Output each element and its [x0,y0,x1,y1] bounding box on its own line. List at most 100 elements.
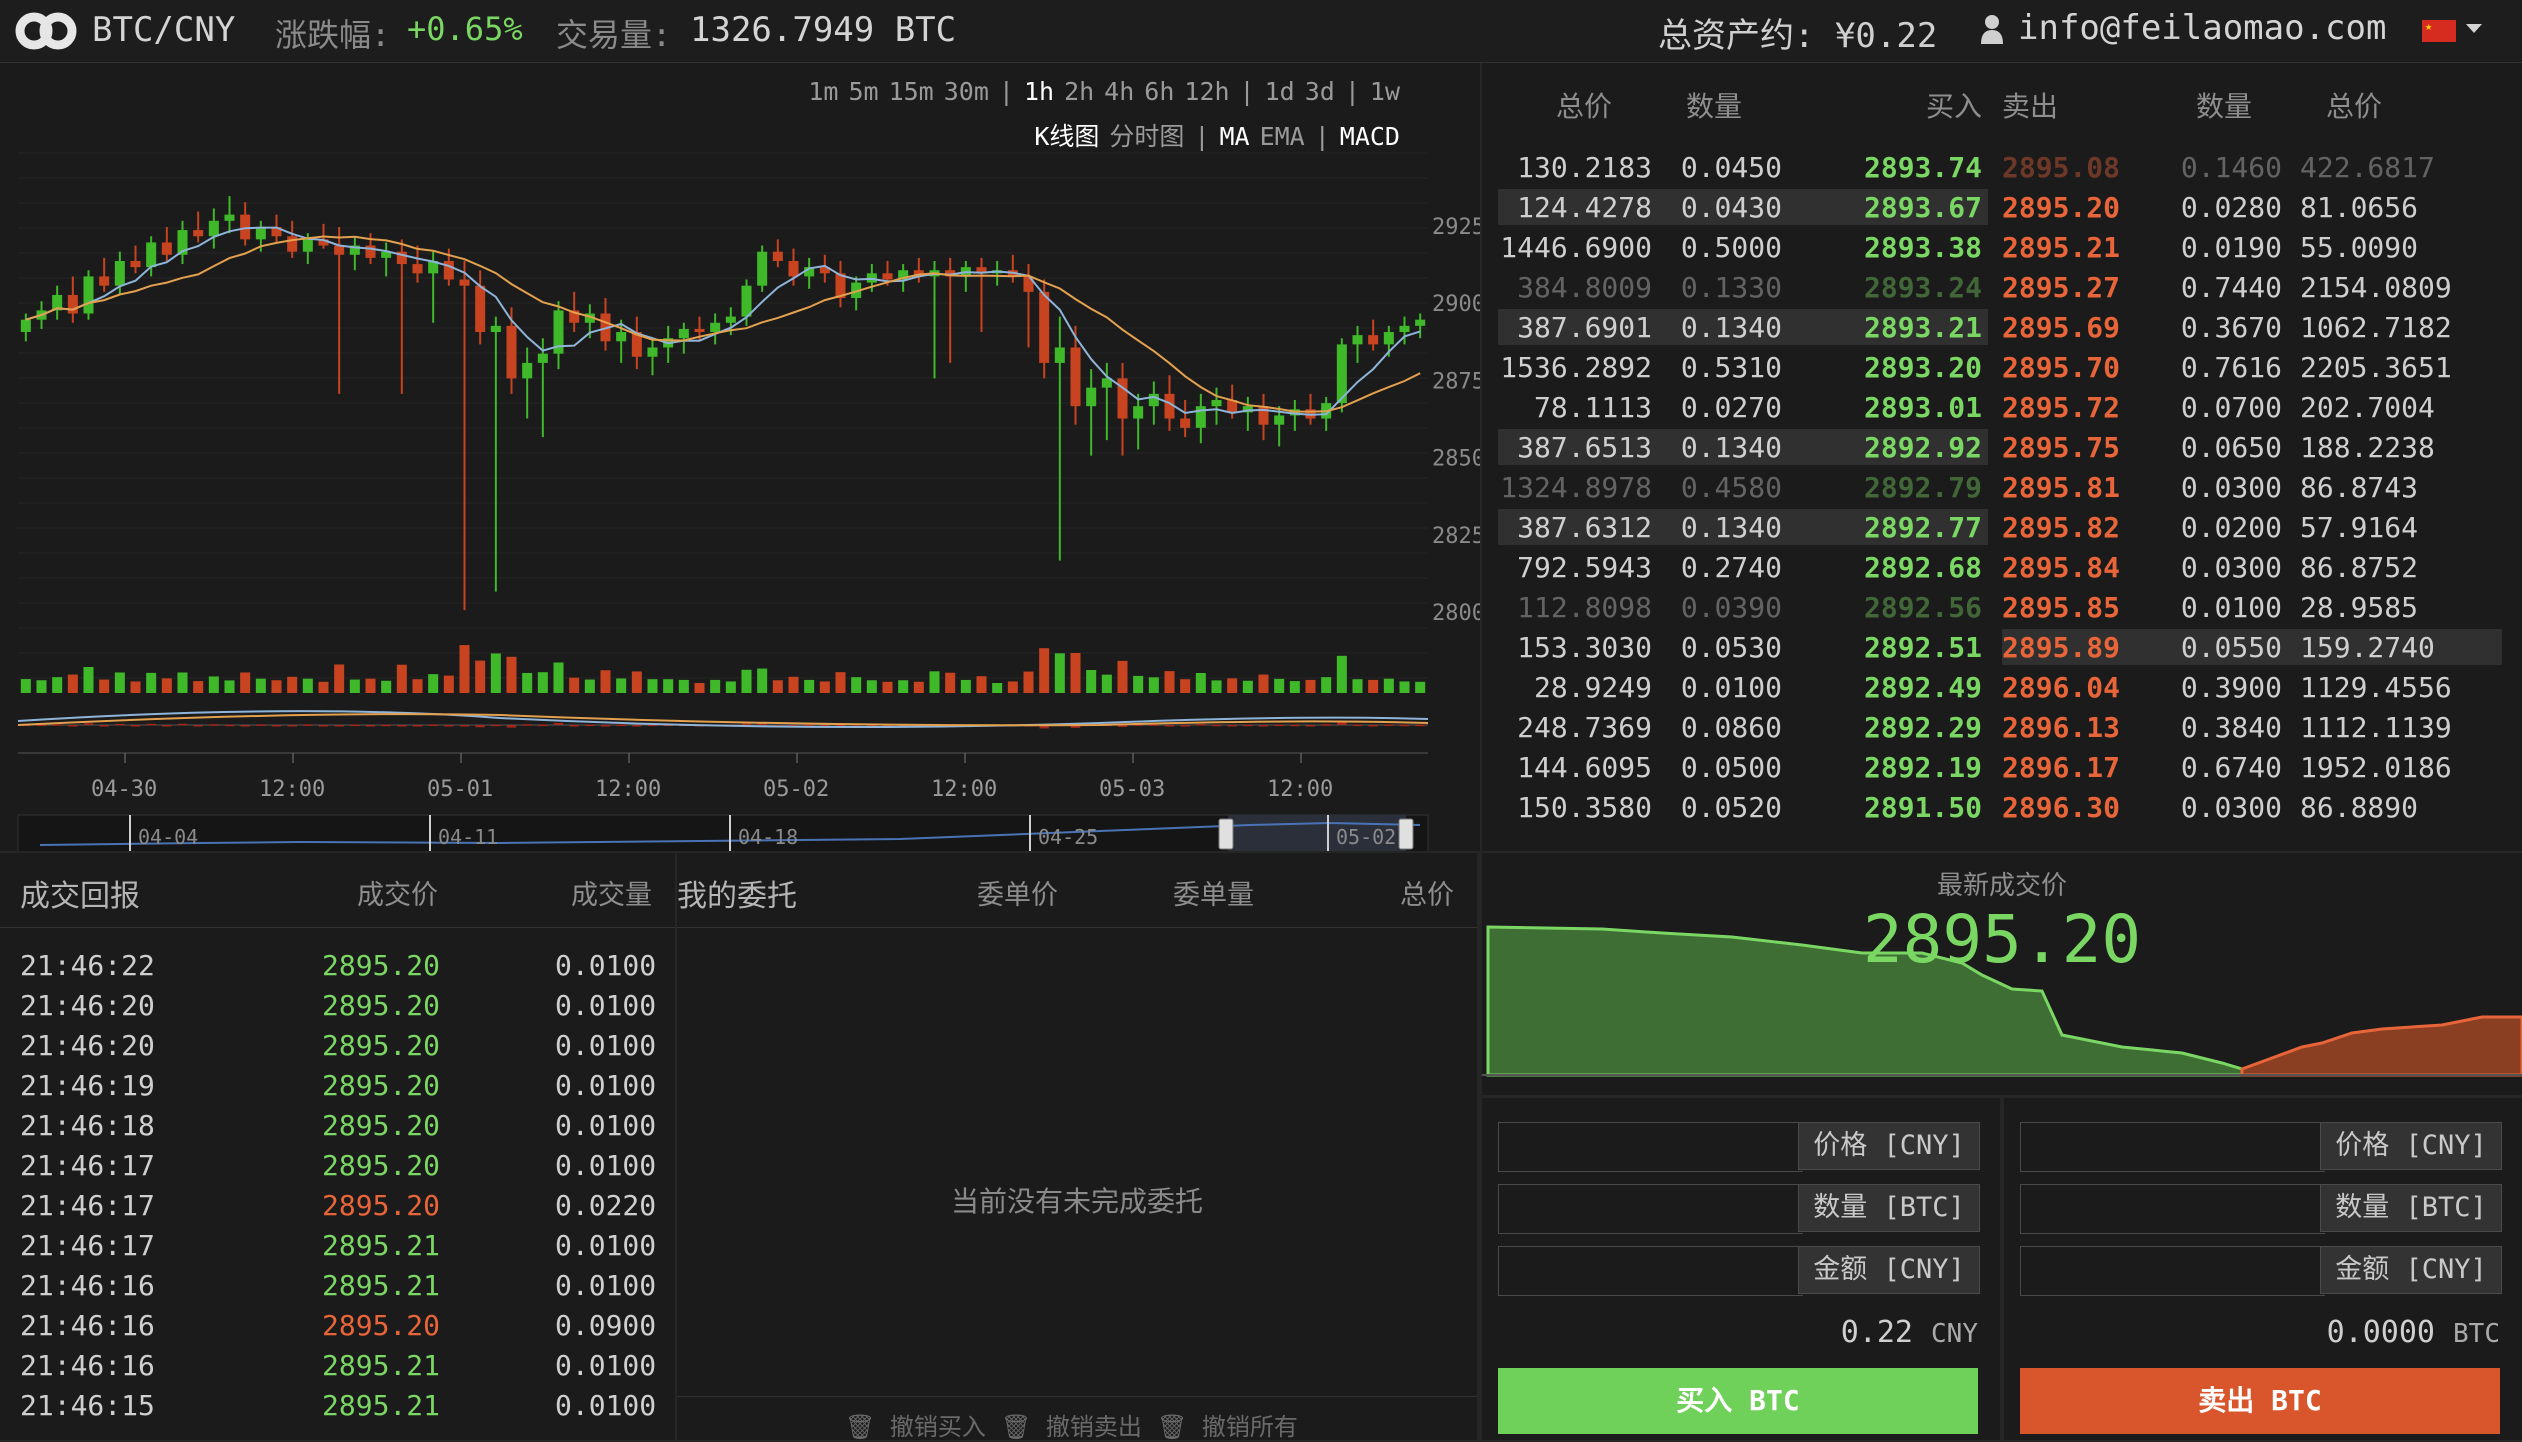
macd-bar [1337,722,1347,725]
volume-bar [553,662,564,693]
timeframe-30m[interactable]: 30m [944,77,989,106]
chart-mode[interactable]: K线图 [1034,122,1099,151]
timeframe-1h[interactable]: 1h [1024,77,1054,106]
macd-bar [68,725,78,727]
order-book-row[interactable]: 112.8098 0.0390 2892.56 2895.85 0.0100 28.958… [1482,587,2522,627]
volume-bar [569,677,580,693]
pair-title[interactable]: BTC/CNY [92,10,235,50]
order-book-row[interactable]: 1324.8978 0.4580 2892.79 2895.81 0.0300 86.87… [1482,467,2522,507]
macd-bar [1290,724,1300,727]
ob-bid: 2892.19 [1863,751,1982,784]
volume-bar [1383,678,1394,693]
china-flag-icon[interactable]: ★ [2422,19,2456,42]
sell-qty-input[interactable] [2020,1184,2325,1234]
ob-b-qty: 0.0450 [1680,151,1782,184]
navigator[interactable] [17,814,1429,851]
volume-bar [475,660,486,693]
ob-b-qty: 0.5310 [1680,351,1782,384]
sell-price-input[interactable] [2020,1122,2325,1172]
timeframe-12h[interactable]: 12h [1184,77,1229,106]
order-book-row[interactable]: 384.8009 0.1330 2893.24 2895.27 0.7440 2154.0… [1482,267,2522,307]
order-book-row[interactable]: 387.6312 0.1340 2892.77 2895.82 0.0200 57.916… [1482,507,2522,547]
volume-bar [146,672,157,693]
order-book-row[interactable]: 153.3030 0.0530 2892.51 2895.89 0.0550 159.27… [1482,627,2522,667]
chart-mode[interactable]: 分时图 [1109,122,1184,151]
chart-mode[interactable]: MA [1219,122,1249,151]
candle-body [459,279,470,286]
trade-time: 21:46:17 [20,1229,155,1262]
cancel-buy-button[interactable]: 🗑 撤销买入 [845,1407,986,1442]
ob-a-total: 1952.0186 [2300,751,2452,784]
logo-icon[interactable] [12,6,82,56]
ob-b-qty: 0.0390 [1680,591,1782,624]
ob-ask: 2896.30 [2002,791,2121,824]
empty-orders-message: 当前没有未完成委托 [950,1185,1203,1218]
order-book-row[interactable]: 1446.6900 0.5000 2893.38 2895.21 0.0190 55.00… [1482,227,2522,267]
buy-qty-input[interactable] [1498,1184,1803,1234]
order-book-row[interactable]: 78.1113 0.0270 2893.01 2895.72 0.0700 202.700… [1482,387,2522,427]
volume-bar [1070,653,1081,693]
timeframe-5m[interactable]: 5m [848,77,878,106]
chart-mode[interactable]: EMA [1260,122,1305,151]
candlestick-chart[interactable]: 2925 2900 2875 2850 2825 2800 04-30 12:00 05-01 1… [0,63,1480,851]
order-book-row[interactable]: 1536.2892 0.5310 2893.20 2895.70 0.7616 2205.… [1482,347,2522,387]
y-tick-label: 2800 [1432,601,1480,626]
order-book-row[interactable]: 792.5943 0.2740 2892.68 2895.84 0.0300 86.875… [1482,547,2522,587]
buy-button[interactable]: 买入 BTC [1498,1368,1978,1434]
timeframe-1d[interactable]: 1d [1265,77,1295,106]
chart-mode[interactable]: MACD [1340,122,1400,151]
volume-bar [52,677,63,693]
order-book-row[interactable]: 130.2183 0.0450 2893.74 2895.08 0.1460 422.68… [1482,147,2522,187]
macd-bar [130,725,141,727]
volume-bar [318,681,329,693]
timeframe-1m[interactable]: 1m [808,77,838,106]
navigator-handle[interactable] [1218,818,1234,850]
ob-b-total: 28.9249 [1533,671,1652,704]
volume-bar [1148,677,1159,693]
sell-amount-input[interactable] [2020,1246,2325,1296]
order-book-row[interactable]: 387.6901 0.1340 2893.21 2895.69 0.3670 1062.7… [1482,307,2522,347]
order-book-row[interactable]: 387.6513 0.1340 2892.92 2895.75 0.0650 188.22… [1482,427,2522,467]
timeframe-3d[interactable]: 3d [1305,77,1335,106]
ob-bid: 2893.21 [1863,311,1982,344]
macd-bar [1368,725,1378,727]
x-tick-label: 05-01 [427,777,493,802]
order-book-row[interactable]: 150.3580 0.0520 2891.50 2896.30 0.0300 86.889… [1482,787,2522,827]
order-book-row[interactable]: 144.6095 0.0500 2892.19 2896.17 0.6740 1952.0… [1482,747,2522,787]
cancel-sell-button[interactable]: 🗑 撤销卖出 [1001,1407,1142,1442]
order-book-row[interactable]: 248.7369 0.0860 2892.29 2896.13 0.3840 1112.1… [1482,707,2522,747]
timeframe-4h[interactable]: 4h [1104,77,1134,106]
change-value: +0.65% [407,10,523,48]
volume-bar [1195,673,1206,693]
order-book-row[interactable]: 124.4278 0.0430 2893.67 2895.20 0.0280 81.065… [1482,187,2522,227]
macd-bar [365,725,376,727]
chevron-down-icon[interactable] [2466,24,2482,33]
sell-button[interactable]: 卖出 BTC [2020,1368,2500,1434]
trade-row: 21:46:16 2895.20 0.0900 [0,1307,675,1347]
trade-time: 21:46:18 [20,1109,155,1142]
timeframe-6h[interactable]: 6h [1144,77,1174,106]
trade-amount: 0.0100 [555,1109,657,1142]
timeframe-1w[interactable]: 1w [1370,77,1400,106]
ob-ask: 2896.04 [2002,671,2121,704]
timeframe-15m[interactable]: 15m [889,77,934,106]
cancel-all-button[interactable]: 🗑 撤销所有 [1157,1407,1298,1442]
macd-bar [318,725,329,727]
macd-bar [1352,724,1363,727]
buy-price-input[interactable] [1498,1122,1803,1172]
user-email[interactable]: info@feilaomao.com [2018,8,2386,48]
volume-bar [819,681,830,693]
ob-bid: 2892.56 [1863,591,1982,624]
timeframe-2h[interactable]: 2h [1064,77,1094,106]
macd-bar [287,725,297,727]
volume-bar [772,680,783,693]
navigator-label: 04-11 [438,825,498,849]
buy-amount-input[interactable] [1498,1246,1803,1296]
navigator-label: 05-02 [1336,825,1396,849]
order-book-row[interactable]: 28.9249 0.0100 2892.49 2896.04 0.3900 1129.45… [1482,667,2522,707]
ob-bid: 2893.38 [1863,231,1982,264]
volume-bar [349,679,360,693]
ob-a-qty: 0.0100 [2180,591,2282,624]
navigator-handle[interactable] [1398,818,1414,850]
ob-a-total: 86.8890 [2300,791,2419,824]
